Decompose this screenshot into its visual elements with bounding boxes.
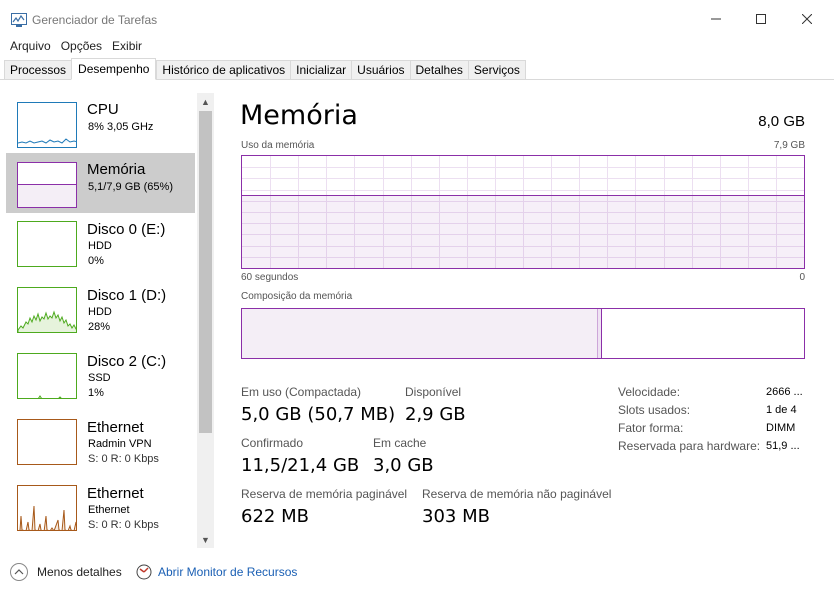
slots-value: 1 de 4: [766, 404, 797, 416]
tab-inicializar[interactable]: Inicializar: [290, 60, 352, 80]
sidebar-item-disco-1[interactable]: Disco 1 (D:) HDD 28%: [6, 285, 195, 345]
usage-fill: [242, 195, 804, 268]
usage-graph-max: 7,9 GB: [773, 140, 805, 151]
sidebar-item-label: Ethernet: [87, 419, 144, 436]
scroll-up-arrow-icon[interactable]: ▲: [197, 93, 214, 110]
ethernet-thumbnail-graph: [17, 485, 77, 531]
tab-processos[interactable]: Processos: [4, 60, 72, 80]
tab-servicos[interactable]: Serviços: [467, 60, 526, 80]
hardware-reserved-label: Reservada para hardware:: [618, 439, 761, 453]
sidebar-item-value: S: 0 R: 0 Kbps: [88, 519, 159, 531]
sidebar-item-value: 1%: [88, 387, 104, 399]
paged-pool-label: Reserva de memória paginável: [241, 487, 408, 501]
menu-exibir[interactable]: Exibir: [107, 38, 147, 56]
disk1-thumbnail-graph: [17, 287, 77, 333]
sidebar-item-type: SSD: [88, 372, 111, 384]
sidebar-item-label: Disco 1 (D:): [87, 287, 167, 304]
available-value: 2,9 GB: [405, 404, 466, 425]
sidebar-item-label: CPU: [87, 101, 119, 118]
tab-bar: Processos Desempenho Histórico de aplica…: [4, 58, 526, 80]
scrollbar-thumb[interactable]: [199, 111, 212, 433]
sidebar-item-label: Disco 2 (C:): [87, 353, 167, 370]
form-factor-label: Fator forma:: [618, 421, 684, 435]
memory-thumbnail-graph: [17, 162, 77, 208]
composition-modified: [598, 309, 602, 358]
nonpaged-pool-label: Reserva de memória não paginável: [422, 487, 612, 501]
sidebar-item-value: 5,1/7,9 GB (65%): [88, 181, 173, 193]
speed-label: Velocidade:: [618, 385, 681, 399]
chevron-up-icon: [10, 563, 28, 581]
maximize-button[interactable]: [738, 0, 784, 38]
close-button[interactable]: [784, 0, 830, 38]
sidebar-item-ethernet[interactable]: Ethernet Ethernet S: 0 R: 0 Kbps: [6, 483, 195, 543]
task-manager-icon: [11, 13, 27, 27]
form-factor-value: DIMM: [766, 422, 796, 434]
sidebar-item-ethernet-radmin[interactable]: Ethernet Radmin VPN S: 0 R: 0 Kbps: [6, 417, 195, 477]
available-label: Disponível: [405, 385, 462, 399]
composition-label: Composição da memória: [241, 291, 353, 302]
slots-label: Slots usados:: [618, 403, 691, 417]
sidebar-item-value: 28%: [88, 321, 111, 333]
minimize-icon: [711, 18, 721, 20]
in-use-label: Em uso (Compactada): [241, 385, 362, 399]
composition-in-use: [242, 309, 598, 358]
fewer-details-label: Menos detalhes: [37, 565, 122, 579]
tab-desempenho[interactable]: Desempenho: [71, 58, 157, 80]
menu-bar: Arquivo Opções Exibir: [0, 38, 147, 56]
resource-sidebar: CPU 8% 3,05 GHz Memória 5,1/7,9 GB (65%)…: [6, 93, 195, 546]
sidebar-item-value: 0%: [88, 255, 104, 267]
memory-usage-graph: [241, 155, 805, 269]
sidebar-item-memoria[interactable]: Memória 5,1/7,9 GB (65%): [6, 153, 195, 213]
usage-graph-label: Uso da memória: [241, 140, 315, 151]
committed-value: 11,5/21,4 GB: [241, 455, 360, 476]
scroll-down-arrow-icon[interactable]: ▼: [197, 531, 214, 548]
cached-value: 3,0 GB: [373, 455, 434, 476]
memory-total: 8,0 GB: [758, 113, 805, 130]
sidebar-item-disco-0[interactable]: Disco 0 (E:) HDD 0%: [6, 219, 195, 279]
memory-composition-bar: [241, 308, 805, 359]
sidebar-scrollbar[interactable]: ▲ ▼: [197, 93, 214, 548]
tab-usuarios[interactable]: Usuários: [351, 60, 410, 80]
menu-arquivo[interactable]: Arquivo: [0, 38, 56, 56]
sidebar-item-adapter: Ethernet: [88, 504, 130, 516]
time-axis-right: 0: [799, 272, 805, 283]
hardware-reserved-value: 51,9 ...: [766, 440, 800, 452]
sidebar-item-label: Ethernet: [87, 485, 144, 502]
fewer-details-button[interactable]: Menos detalhes: [10, 562, 122, 582]
cached-label: Em cache: [373, 436, 427, 450]
cpu-thumbnail-graph: [17, 102, 77, 148]
sidebar-item-value: 8% 3,05 GHz: [88, 121, 154, 133]
minimize-button[interactable]: [693, 0, 739, 38]
sidebar-item-value: S: 0 R: 0 Kbps: [88, 453, 159, 465]
resource-monitor-label: Abrir Monitor de Recursos: [158, 565, 298, 579]
sidebar-item-type: HDD: [88, 240, 112, 252]
committed-label: Confirmado: [241, 436, 304, 450]
nonpaged-pool-value: 303 MB: [422, 506, 490, 527]
paged-pool-value: 622 MB: [241, 506, 309, 527]
sidebar-item-type: HDD: [88, 306, 112, 318]
close-icon: [802, 14, 812, 24]
maximize-icon: [756, 14, 766, 24]
ethernet-radmin-thumbnail-graph: [17, 419, 77, 465]
title-bar: Gerenciador de Tarefas: [0, 0, 834, 38]
in-use-value: 5,0 GB (50,7 MB): [241, 404, 396, 425]
disk0-thumbnail-graph: [17, 221, 77, 267]
time-axis-left: 60 segundos: [241, 272, 299, 283]
tab-detalhes[interactable]: Detalhes: [409, 60, 468, 80]
tab-historico[interactable]: Histórico de aplicativos: [156, 60, 291, 80]
speed-value: 2666 ...: [766, 386, 803, 398]
resource-monitor-link[interactable]: Abrir Monitor de Recursos: [136, 562, 297, 582]
sidebar-item-cpu[interactable]: CPU 8% 3,05 GHz: [6, 93, 195, 153]
sidebar-item-disco-2[interactable]: Disco 2 (C:) SSD 1%: [6, 351, 195, 411]
sidebar-item-label: Disco 0 (E:): [87, 221, 166, 238]
sidebar-item-adapter: Radmin VPN: [88, 438, 152, 450]
window-title: Gerenciador de Tarefas: [32, 13, 158, 27]
page-title: Memória: [240, 100, 358, 131]
disk2-thumbnail-graph: [17, 353, 77, 399]
menu-opcoes[interactable]: Opções: [56, 38, 107, 56]
resource-monitor-icon: [136, 564, 152, 580]
sidebar-item-label: Memória: [87, 161, 146, 178]
